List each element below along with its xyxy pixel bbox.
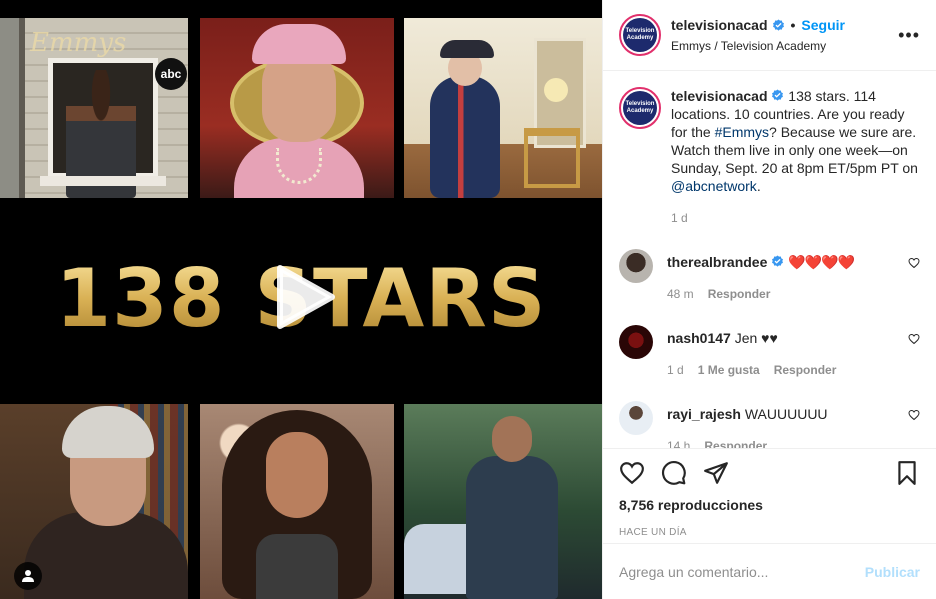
video-tile-queen bbox=[200, 18, 394, 198]
like-comment-heart-icon[interactable] bbox=[908, 409, 920, 421]
post-caption: Television Academy televisionacad 138 st… bbox=[619, 87, 920, 227]
video-tile-woman-coat bbox=[404, 18, 602, 198]
like-comment-heart-icon[interactable] bbox=[908, 257, 920, 269]
post-actions: 8,756 reproducciones HACE UN DÍA bbox=[603, 448, 936, 543]
video-tile-actress-window: Emmys abc bbox=[0, 18, 188, 198]
abc-logo: abc bbox=[155, 58, 187, 90]
comment-text: WAUUUUUU bbox=[744, 406, 828, 422]
save-bookmark-icon[interactable] bbox=[894, 460, 920, 486]
more-options-icon[interactable]: ••• bbox=[898, 25, 920, 46]
comment-username[interactable]: rayi_rajesh bbox=[667, 406, 741, 422]
instagram-post-modal: Emmys abc 138 STARS Television Academy t… bbox=[0, 0, 936, 599]
video-tile-man-outdoors bbox=[404, 404, 602, 599]
post-header: Television Academy televisionacad • Segu… bbox=[603, 0, 936, 71]
reply-button[interactable]: Responder bbox=[708, 285, 771, 303]
view-count[interactable]: 8,756 reproducciones bbox=[619, 497, 920, 513]
verified-badge-icon bbox=[772, 18, 784, 31]
user-icon bbox=[22, 570, 34, 582]
author-username[interactable]: televisionacad bbox=[671, 17, 768, 33]
comment-text: Jen ♥♥ bbox=[734, 330, 778, 346]
comment-item: nash0147 Jen ♥♥ 1 d 1 Me gusta Responder bbox=[619, 325, 920, 379]
publish-button[interactable]: Publicar bbox=[865, 564, 920, 580]
mention-link[interactable]: @abcnetwork bbox=[671, 178, 757, 194]
caption-avatar[interactable]: Television Academy bbox=[619, 87, 661, 129]
comments-section[interactable]: Television Academy televisionacad 138 st… bbox=[603, 71, 936, 448]
comment-time[interactable]: 14 h bbox=[667, 437, 690, 448]
follow-button[interactable]: Seguir bbox=[801, 17, 845, 33]
post-timestamp[interactable]: HACE UN DÍA bbox=[619, 527, 920, 538]
author-avatar[interactable]: Television Academy bbox=[619, 14, 661, 56]
commenter-avatar[interactable] bbox=[619, 325, 653, 359]
add-comment-bar: Publicar bbox=[603, 543, 936, 599]
comment-item: rayi_rajesh WAUUUUUU 14 h Responder bbox=[619, 401, 920, 448]
comment-bubble-icon[interactable] bbox=[661, 460, 687, 486]
comment-username[interactable]: therealbrandee bbox=[667, 254, 767, 270]
comment-text: ❤️❤️❤️❤️ bbox=[788, 254, 855, 270]
play-icon[interactable] bbox=[272, 264, 338, 330]
reply-button[interactable]: Responder bbox=[704, 437, 767, 448]
emmys-logo: Emmys bbox=[30, 28, 127, 58]
post-details-panel: Television Academy televisionacad • Segu… bbox=[602, 0, 936, 599]
commenter-avatar[interactable] bbox=[619, 401, 653, 435]
comment-item: therealbrandee ❤️❤️❤️❤️ 48 m Responder bbox=[619, 249, 920, 303]
author-subtitle[interactable]: Emmys / Television Academy bbox=[671, 39, 898, 53]
caption-timestamp[interactable]: 1 d bbox=[671, 209, 920, 227]
post-video[interactable]: Emmys abc 138 STARS bbox=[0, 0, 602, 599]
reply-button[interactable]: Responder bbox=[774, 361, 837, 379]
like-heart-icon[interactable] bbox=[619, 460, 645, 486]
separator-dot: • bbox=[790, 17, 796, 33]
hashtag-link[interactable]: #Emmys bbox=[715, 124, 769, 140]
verified-badge-icon bbox=[772, 255, 784, 267]
comment-time[interactable]: 1 d bbox=[667, 361, 684, 379]
share-paper-plane-icon[interactable] bbox=[703, 460, 729, 486]
verified-badge-icon bbox=[772, 89, 784, 101]
commenter-avatar[interactable] bbox=[619, 249, 653, 283]
tagged-users-button[interactable] bbox=[14, 562, 42, 590]
caption-username[interactable]: televisionacad bbox=[671, 88, 768, 104]
comment-username[interactable]: nash0147 bbox=[667, 330, 731, 346]
like-comment-heart-icon[interactable] bbox=[908, 333, 920, 345]
video-tile-curly-hair bbox=[200, 404, 394, 599]
comment-input[interactable] bbox=[619, 563, 865, 580]
caption-text-part: . bbox=[756, 178, 761, 194]
comment-likes[interactable]: 1 Me gusta bbox=[698, 361, 760, 379]
comment-time[interactable]: 48 m bbox=[667, 285, 694, 303]
